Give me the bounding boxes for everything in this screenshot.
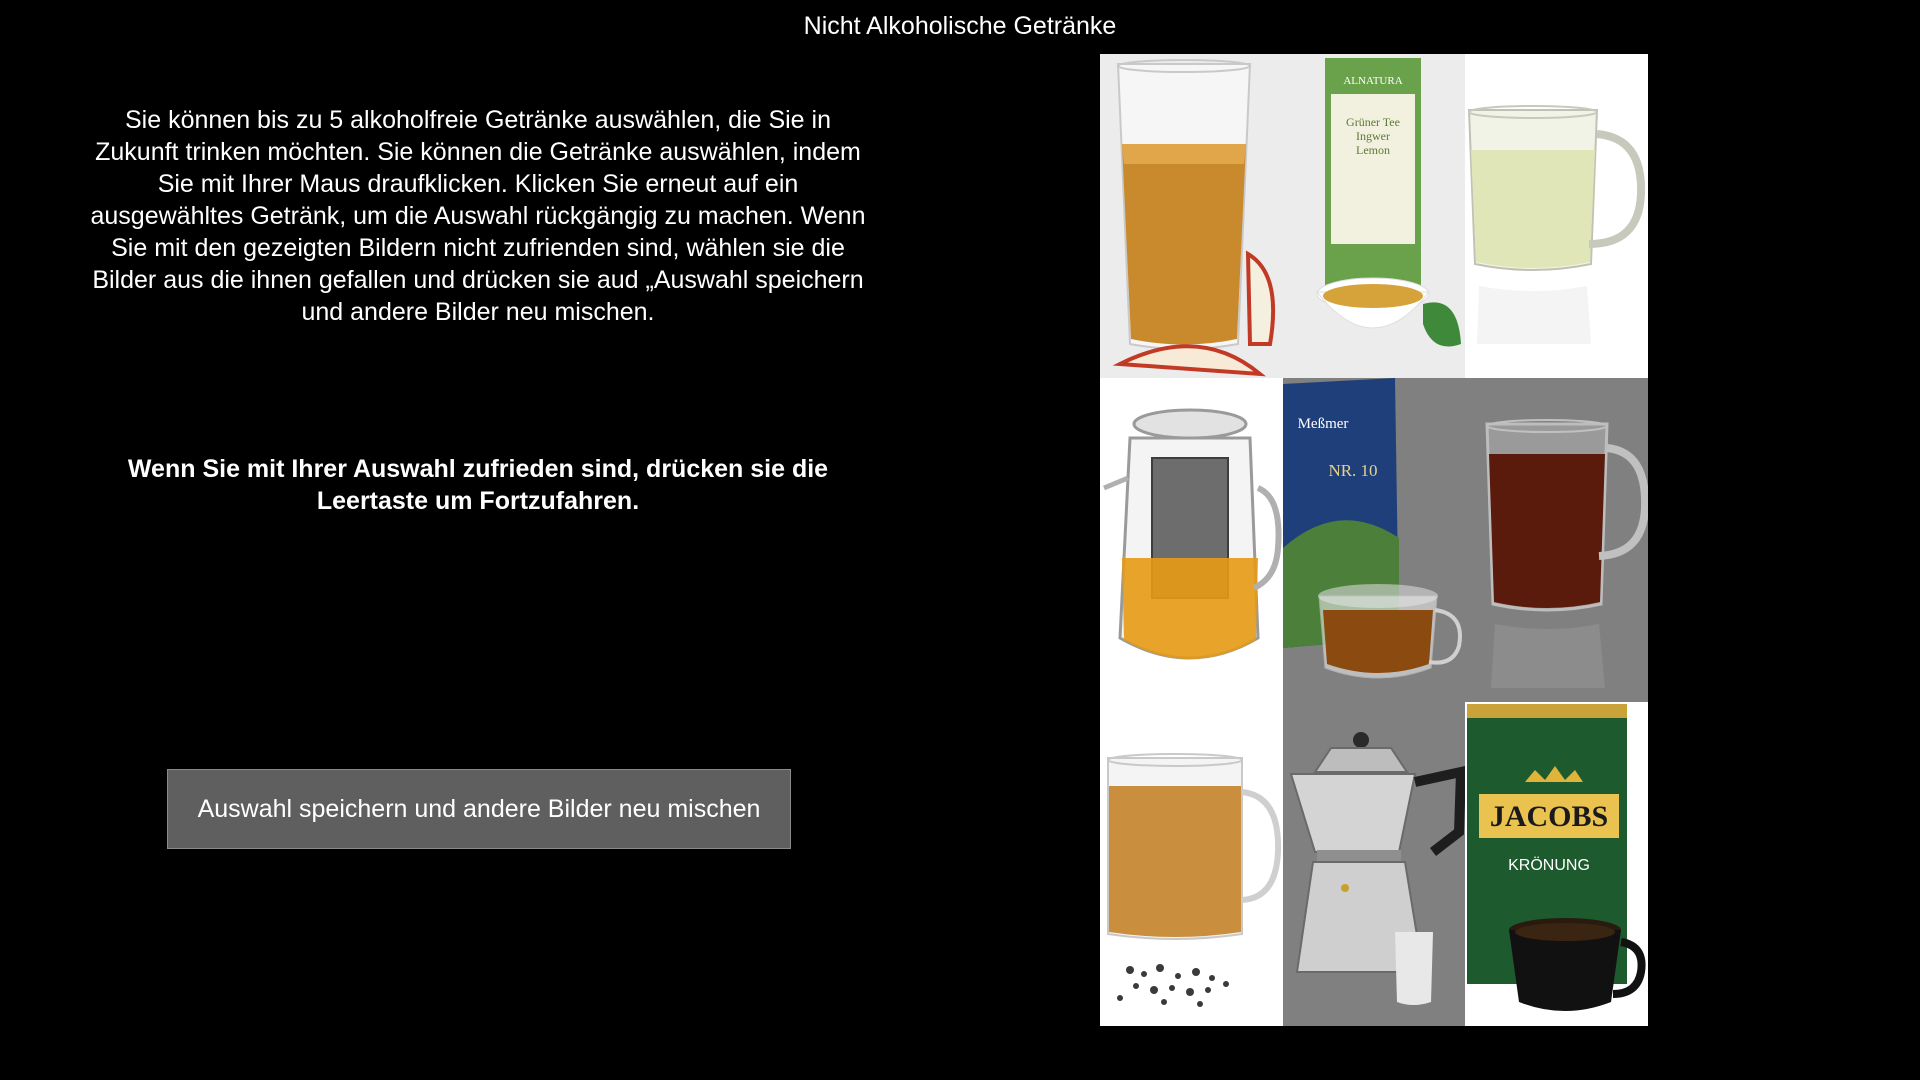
drink-image-grid: ALNATURA Grüner Tee Ingwer Lemon Meßmer …: [1100, 54, 1648, 1026]
tile-espresso-maker[interactable]: [1283, 702, 1465, 1026]
tile-jacobs-coffee-package[interactable]: JACOBS KRÖNUNG: [1465, 702, 1648, 1026]
moka-pot-icon: [1283, 702, 1465, 1026]
teapot-icon: [1100, 378, 1283, 702]
messmer-brand: Meßmer: [1298, 416, 1349, 432]
tile-black-tea-cup[interactable]: [1465, 378, 1648, 702]
tile-green-tea-cup[interactable]: [1465, 54, 1648, 378]
tea-cup-icon: [1465, 54, 1648, 378]
package-line-1: Grüner Tee: [1346, 115, 1400, 129]
tea-glass-icon: [1100, 702, 1283, 1026]
tile-green-tea-package[interactable]: ALNATURA Grüner Tee Ingwer Lemon: [1283, 54, 1465, 378]
continue-hint: Wenn Sie mit Ihrer Auswahl zufrieden sin…: [127, 455, 829, 515]
tile-messmer-tea-package[interactable]: Meßmer NR. 10: [1283, 378, 1465, 702]
tile-apple-juice-glass[interactable]: [1100, 54, 1283, 378]
coffee-pack-icon: JACOBS KRÖNUNG: [1465, 702, 1648, 1026]
page-title: Nicht Alkoholische Getränke: [803, 12, 1117, 40]
tile-glass-teapot[interactable]: [1100, 378, 1283, 702]
package-line-2: Ingwer: [1356, 129, 1390, 143]
instructions-text: Sie können bis zu 5 alkoholfreie Getränk…: [90, 106, 866, 326]
tea-box-icon: ALNATURA Grüner Tee Ingwer Lemon: [1283, 54, 1465, 378]
tea-box-icon: Meßmer NR. 10: [1283, 378, 1465, 702]
juice-glass-icon: [1100, 54, 1283, 378]
tile-tea-glass-with-leaves[interactable]: [1100, 702, 1283, 1026]
shuffle-button[interactable]: Auswahl speichern und andere Bilder neu …: [167, 769, 791, 849]
alnatura-brand: ALNATURA: [1343, 75, 1402, 87]
messmer-number: NR. 10: [1328, 461, 1377, 480]
jacobs-brand: JACOBS: [1490, 800, 1608, 833]
jacobs-variant: KRÖNUNG: [1508, 856, 1590, 874]
tea-cup-icon: [1465, 378, 1648, 702]
package-line-3: Lemon: [1356, 143, 1390, 157]
